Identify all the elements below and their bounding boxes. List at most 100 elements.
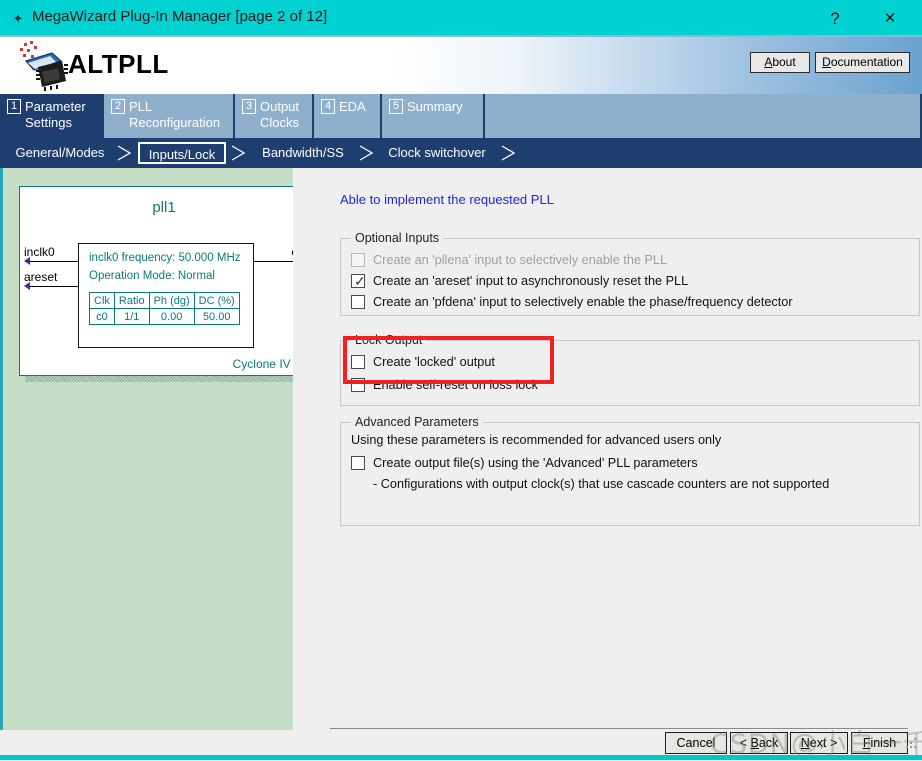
group-title: Optional Inputs: [351, 231, 444, 245]
pll-info-box: inclk0 frequency: 50.000 MHz Operation M…: [78, 243, 254, 348]
back-button[interactable]: < Back: [730, 732, 788, 754]
content-panel: Able to implement the requested PLL Opti…: [293, 168, 922, 730]
help-button[interactable]: ?: [820, 6, 850, 32]
megawizard-window: ✦ MegaWizard Plug-In Manager [page 2 of …: [0, 0, 922, 760]
tab-number: 3: [242, 99, 256, 114]
group-advanced-parameters: Advanced Parameters Using these paramete…: [340, 415, 920, 526]
tab-label-line1: Output: [260, 99, 300, 114]
tab-summary[interactable]: 5 Summary: [382, 94, 485, 138]
tab-strip: 1 Parameter Settings 2 PLL Reconfigurati…: [0, 94, 922, 138]
breadcrumb-general-modes[interactable]: General/Modes: [8, 142, 112, 164]
block-preview-panel: pll1 inclk0 areset c0 inclk0 frequency: …: [0, 168, 315, 730]
checkbox-label-areset: Create an 'areset' input to asynchronous…: [373, 274, 689, 288]
pll-block-diagram: pll1 inclk0 areset c0 inclk0 frequency: …: [19, 186, 309, 376]
checkbox-label-pfdena: Create an 'pfdena' input to selectively …: [373, 295, 793, 309]
product-name: ALTPLL: [68, 49, 169, 79]
about-rest: bout: [772, 55, 796, 69]
doc-accel: D: [822, 55, 831, 69]
tab-number: 5: [389, 99, 403, 114]
back-accel: B: [750, 736, 759, 750]
chevron-right-icon: [501, 145, 516, 161]
breadcrumb-clock-switchover[interactable]: Clock switchover: [376, 142, 498, 164]
back-prefix: <: [739, 736, 751, 750]
chevron-right-icon: [117, 145, 132, 161]
tab-label-line1: Summary: [407, 99, 463, 114]
arrow-inclk0: [24, 257, 30, 265]
tab-label-line1: PLL: [129, 99, 153, 114]
table-row: c0 1/1 0.00 50.00: [89, 308, 240, 325]
cancel-button[interactable]: Cancel: [665, 732, 727, 754]
th-ratio: Ratio: [113, 292, 150, 309]
tab-label-line2: Reconfiguration: [129, 115, 221, 130]
tab-label-line2: Clocks: [260, 115, 300, 130]
device-family-label: Cyclone IV E: [232, 357, 302, 371]
group-title: Advanced Parameters: [351, 415, 483, 429]
breadcrumb: General/Modes Inputs/Lock Bandwidth/SS C…: [0, 138, 922, 168]
footer-separator: [330, 728, 908, 729]
table-header-row: Clk Ratio Ph (dg) DC (%): [89, 292, 240, 309]
breadcrumb-inputs-lock[interactable]: Inputs/Lock: [138, 142, 226, 164]
info-operation-mode: Operation Mode: Normal: [89, 270, 215, 282]
close-icon[interactable]: ×: [874, 6, 906, 32]
group-title: Lock Output: [351, 333, 427, 347]
tab-number: 2: [111, 99, 125, 114]
checkbox-label-advanced-output-files: Create output file(s) using the 'Advance…: [373, 456, 698, 470]
checkbox-areset[interactable]: ✓: [351, 273, 366, 289]
tab-output-clocks[interactable]: 3 Output Clocks: [235, 94, 314, 138]
checkbox-locked-output[interactable]: [351, 355, 365, 369]
status-message: Able to implement the requested PLL: [340, 192, 554, 207]
tab-number: 4: [321, 99, 335, 114]
checkbox-pfdena[interactable]: [351, 295, 365, 309]
advanced-note: Using these parameters is recommended fo…: [351, 433, 722, 447]
advanced-sub-note: - Configurations with output clock(s) th…: [373, 477, 830, 491]
bottom-accent-bar: [0, 755, 922, 760]
altera-chip-logo: [12, 39, 72, 91]
wand-icon: ✦: [12, 11, 24, 26]
product-header: ALTPLL About Documentation: [0, 37, 922, 94]
tab-filler: [485, 94, 922, 138]
tab-eda[interactable]: 4 EDA: [314, 94, 382, 138]
tab-pll-reconfiguration[interactable]: 2 PLL Reconfiguration: [104, 94, 235, 138]
next-rest: ext: [809, 736, 827, 750]
resize-grip[interactable]: [905, 738, 917, 750]
group-lock-output: Lock Output Create 'locked' output Enabl…: [340, 333, 920, 406]
group-optional-inputs: Optional Inputs Create an 'pllena' input…: [340, 231, 920, 316]
window-title: MegaWizard Plug-In Manager [page 2 of 12…: [32, 8, 328, 25]
arrow-areset: [24, 282, 30, 290]
checkbox-pllena: [351, 253, 365, 267]
doc-rest: ocumentation: [830, 55, 903, 69]
tab-label-line2: Settings: [25, 115, 72, 130]
next-accel: N: [800, 736, 810, 750]
wire-areset: [30, 286, 78, 287]
tab-label-line1: EDA: [339, 99, 366, 114]
checkbox-label-locked-output: Create 'locked' output: [373, 355, 495, 369]
wire-inclk0: [30, 261, 78, 262]
checkbox-advanced-output-files[interactable]: [351, 456, 365, 470]
tab-number: 1: [7, 99, 21, 114]
info-inclk0-frequency: inclk0 frequency: 50.000 MHz: [89, 252, 241, 264]
title-bar: ✦ MegaWizard Plug-In Manager [page 2 of …: [0, 0, 922, 37]
th-duty: DC (%): [193, 292, 240, 309]
breadcrumb-bandwidth-ss[interactable]: Bandwidth/SS: [248, 142, 358, 164]
th-clk: Clk: [89, 292, 115, 309]
about-button[interactable]: About: [750, 52, 810, 73]
check-icon: ✓: [354, 273, 366, 289]
td-clk: c0: [89, 308, 115, 325]
block-title: pll1: [152, 199, 176, 216]
checkbox-self-reset[interactable]: [351, 378, 365, 392]
clock-table: Clk Ratio Ph (dg) DC (%) c0 1/1 0.00 50.…: [89, 292, 240, 325]
td-ratio: 1/1: [113, 308, 150, 325]
checkbox-label-self-reset: Enable self-reset on loss lock: [373, 378, 539, 392]
finish-rest: inish: [870, 736, 897, 750]
td-phase: 0.00: [148, 308, 195, 325]
th-phase: Ph (dg): [148, 292, 195, 309]
chevron-right-icon: [231, 145, 246, 161]
documentation-button[interactable]: Documentation: [815, 52, 910, 73]
back-rest: ack: [758, 736, 779, 750]
chevron-right-icon: [359, 145, 374, 161]
next-suffix: >: [826, 736, 838, 750]
tab-parameter-settings[interactable]: 1 Parameter Settings: [0, 94, 104, 138]
finish-button[interactable]: Finish: [851, 732, 908, 754]
checkbox-label-pllena: Create an 'pllena' input to selectively …: [373, 253, 668, 267]
next-button[interactable]: Next >: [790, 732, 848, 754]
